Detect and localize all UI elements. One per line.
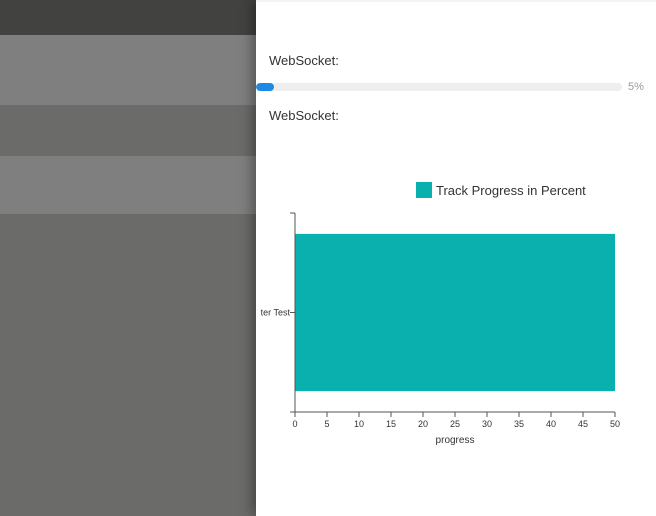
x-tick-label: 20 [418,419,428,429]
x-tick-label: 15 [386,419,396,429]
x-tick-label: 35 [514,419,524,429]
x-tick-label: 40 [546,419,556,429]
background-app [0,0,256,516]
side-drawer-panel: WebSocket: 5% WebSocket: Track Progress … [256,0,656,516]
x-tick-label: 5 [324,419,329,429]
x-axis-title: progress [436,435,475,446]
x-tick-label: 10 [354,419,364,429]
background-top-bar [0,0,256,35]
legend-label: Track Progress in Percent [436,183,586,198]
x-tick-label: 45 [578,419,588,429]
y-tick-label: ter Test [261,308,291,318]
x-tick-label: 30 [482,419,492,429]
x-tick-label: 50 [610,419,620,429]
legend-swatch [416,182,432,198]
x-tick-label: 0 [292,419,297,429]
bar [295,233,615,392]
background-list-row [0,35,256,105]
x-tick-label: 25 [450,419,460,429]
track-progress-chart: Track Progress in Percent ter Test 0 5 10 15 2… [261,182,620,446]
background-list-row [0,156,256,214]
